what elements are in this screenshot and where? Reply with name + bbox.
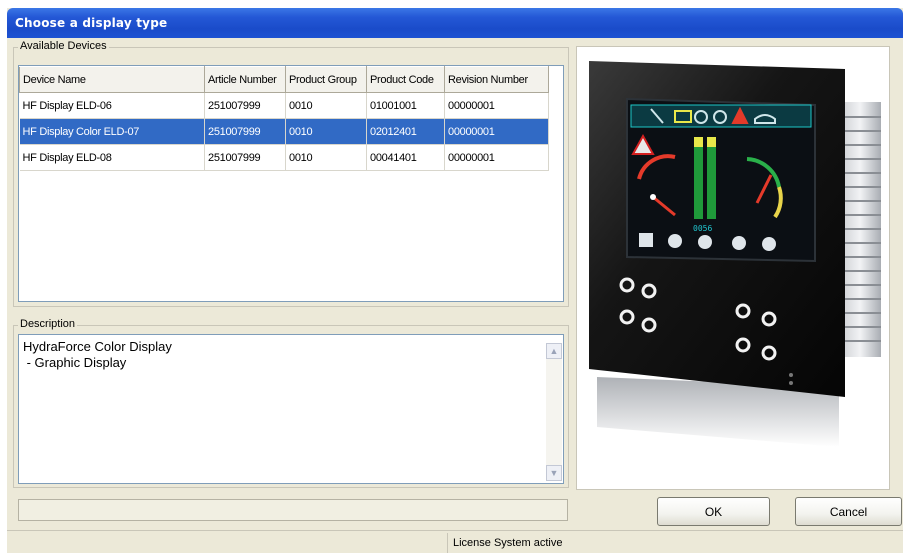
table-row[interactable]: HF Display ELD-06 251007999 0010 0100100…: [19, 92, 549, 119]
column-header-product-code[interactable]: Product Code: [366, 66, 445, 93]
column-header-product-group[interactable]: Product Group: [285, 66, 367, 93]
device-preview-panel: 0056: [576, 46, 890, 490]
table-row-selected[interactable]: HF Display Color ELD-07 251007999 0010 0…: [19, 118, 549, 145]
status-bar: License System active: [7, 530, 903, 553]
cell-revision-number: 00000001: [444, 118, 549, 145]
cell-product-group: 0010: [285, 118, 367, 145]
cell-device-name: HF Display Color ELD-07: [19, 118, 205, 145]
cell-device-name: HF Display ELD-08: [19, 144, 205, 171]
cell-revision-number: 00000001: [444, 92, 549, 119]
device-preview-image: 0056: [589, 61, 881, 447]
dialog-window: Choose a display type Available Devices …: [7, 8, 903, 553]
column-header-revision-number[interactable]: Revision Number: [444, 66, 549, 93]
cell-product-code: 00041401: [366, 144, 445, 171]
status-text: License System active: [453, 537, 563, 549]
cell-device-name: HF Display ELD-06: [19, 92, 205, 119]
table-row[interactable]: HF Display ELD-08 251007999 0010 0004140…: [19, 144, 549, 171]
preview-readout: 0056: [693, 224, 712, 233]
cell-article-number: 251007999: [204, 118, 286, 145]
cell-product-group: 0010: [285, 144, 367, 171]
title-bar[interactable]: Choose a display type: [7, 8, 903, 38]
ok-button[interactable]: OK: [657, 497, 770, 526]
scroll-up-icon[interactable]: ▲: [546, 343, 562, 359]
cell-product-group: 0010: [285, 92, 367, 119]
cell-product-code: 02012401: [366, 118, 445, 145]
table-header-row: Device Name Article Number Product Group…: [19, 66, 549, 93]
column-header-device-name[interactable]: Device Name: [19, 66, 205, 93]
progress-field: [18, 499, 568, 521]
description-scrollbar[interactable]: ▲ ▼: [546, 343, 562, 481]
devices-table[interactable]: Device Name Article Number Product Group…: [18, 65, 564, 302]
scroll-down-icon[interactable]: ▼: [546, 465, 562, 481]
heatsink-fins: [839, 102, 881, 357]
device-screen: 0056: [626, 97, 816, 263]
description-label: Description: [18, 318, 78, 330]
description-textbox[interactable]: HydraForce Color Display - Graphic Displ…: [18, 334, 564, 484]
cell-revision-number: 00000001: [444, 144, 549, 171]
available-devices-label: Available Devices: [18, 40, 109, 52]
status-pane-divider: [447, 533, 448, 553]
description-text: HydraForce Color Display - Graphic Displ…: [23, 339, 172, 370]
cell-product-code: 01001001: [366, 92, 445, 119]
cell-article-number: 251007999: [204, 92, 286, 119]
window-title: Choose a display type: [15, 16, 168, 30]
cancel-button[interactable]: Cancel: [795, 497, 902, 526]
column-header-article-number[interactable]: Article Number: [204, 66, 286, 93]
cell-article-number: 251007999: [204, 144, 286, 171]
